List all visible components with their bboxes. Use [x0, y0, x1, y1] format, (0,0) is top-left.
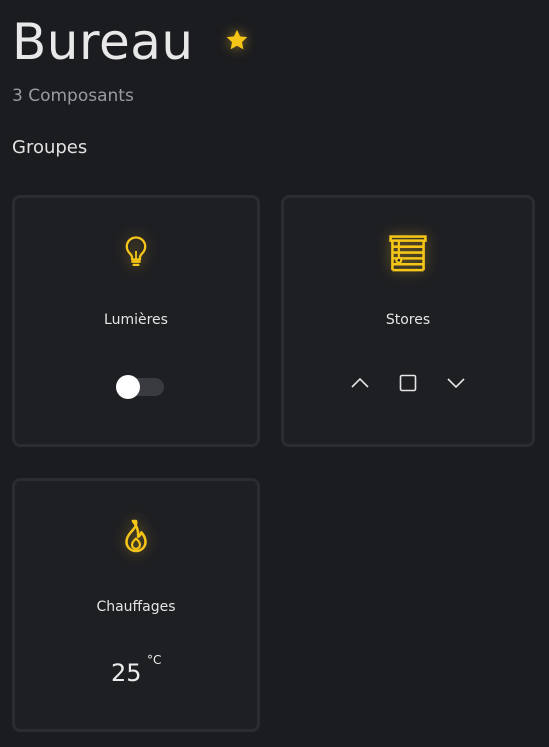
- flame-icon: [125, 519, 147, 553]
- blinds-icon: [389, 235, 427, 272]
- lightbulb-icon: [125, 236, 147, 267]
- group-label: Chauffages: [96, 599, 176, 615]
- blind-controls: [284, 373, 532, 393]
- blind-stop-button[interactable]: [398, 373, 418, 393]
- group-card-lights[interactable]: Lumières: [12, 195, 260, 447]
- group-card-heating[interactable]: Chauffages 25 °C: [12, 478, 260, 732]
- temperature-unit: °C: [147, 653, 162, 667]
- component-count: 3 Composants: [12, 86, 134, 106]
- chevron-up-icon: [351, 377, 369, 388]
- temperature-value: 25: [111, 659, 142, 687]
- group-label: Stores: [385, 312, 431, 328]
- chevron-down-icon: [447, 378, 465, 389]
- group-label: Lumières: [104, 312, 168, 328]
- room-page: Bureau 3 Composants Groupes Lumières Sto…: [0, 0, 549, 747]
- page-header: Bureau: [12, 10, 250, 74]
- star-icon[interactable]: [224, 27, 250, 53]
- blind-down-button[interactable]: [446, 373, 466, 393]
- page-title: Bureau: [12, 13, 194, 71]
- stop-square-icon: [399, 374, 417, 392]
- section-title: Groupes: [12, 137, 88, 158]
- group-card-blinds[interactable]: Stores: [281, 195, 535, 447]
- lights-toggle[interactable]: [116, 375, 164, 399]
- blind-up-button[interactable]: [350, 373, 370, 393]
- toggle-knob: [116, 375, 140, 399]
